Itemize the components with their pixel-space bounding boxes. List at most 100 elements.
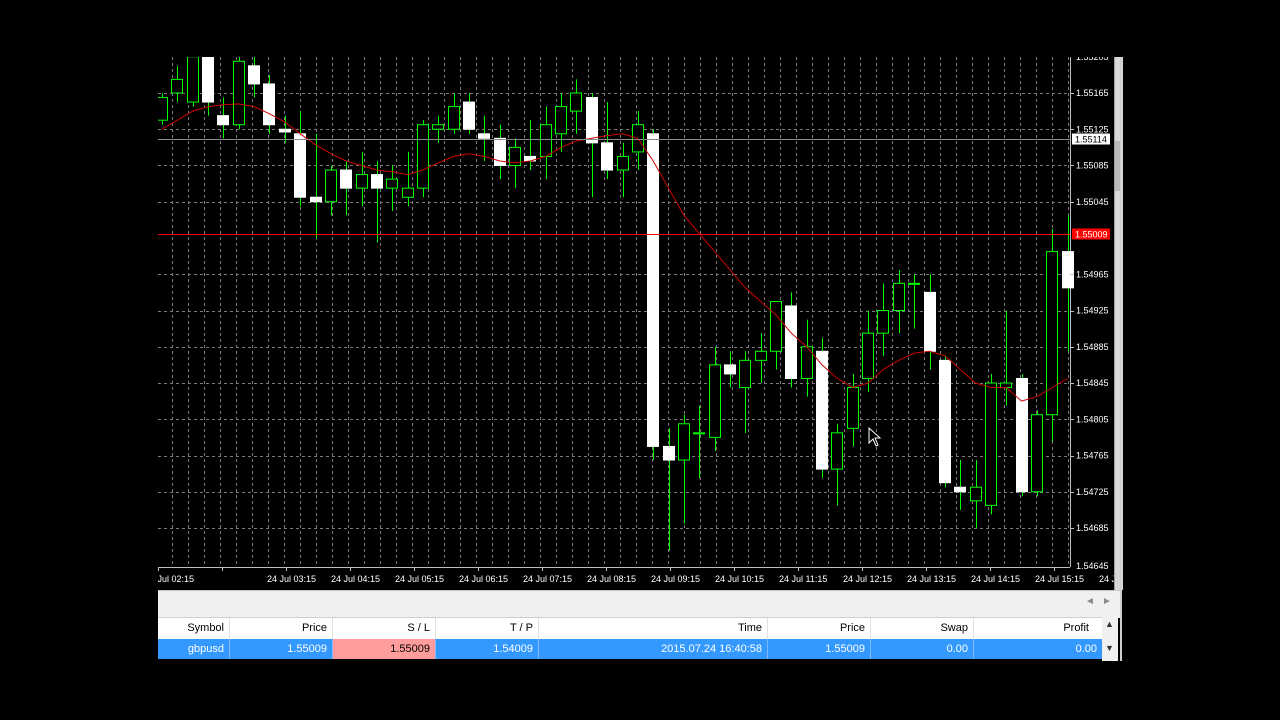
candle-body (294, 133, 306, 198)
time-axis-label: 24 Jul 09:15 (651, 574, 700, 584)
candle-body (570, 92, 582, 112)
candle-body (908, 282, 920, 285)
time-axis-label: 24 Jul 03:15 (267, 574, 316, 584)
time-axis-label: 24 Jul 10:15 (715, 574, 764, 584)
price-axis-label: 1.55125 (1076, 124, 1109, 134)
terminal-tab-strip: ◄ ► (158, 590, 1122, 618)
row-stop-loss[interactable]: 1.55009 (333, 639, 436, 659)
candle-body (617, 155, 629, 171)
table-row[interactable]: gbpusd 1.55009 1.55009 1.54009 2015.07.2… (158, 639, 1102, 659)
scroll-up-icon[interactable]: ▲ (1105, 619, 1114, 629)
column-header-tp[interactable]: T / P (436, 618, 539, 639)
row-swap: 0.00 (871, 639, 974, 659)
trade-table-header: Symbol Price S / L T / P Time Price Swap… (158, 617, 1102, 640)
candle-body (939, 359, 951, 484)
column-header-time[interactable]: Time (539, 618, 768, 639)
candle-body (187, 57, 199, 103)
price-axis-label: 1.54725 (1076, 487, 1109, 497)
candle-body (862, 332, 874, 379)
candle-body (248, 65, 260, 85)
time-axis-label: 24 Jul 07:15 (523, 574, 572, 584)
scroll-down-icon[interactable]: ▼ (1105, 643, 1114, 653)
time-axis-label: 24 Jul 15:15 (1035, 574, 1084, 584)
row-symbol: gbpusd (158, 639, 230, 659)
candle-body (402, 187, 414, 198)
candle-body (831, 432, 843, 470)
candle-body (924, 291, 936, 352)
candle-body (970, 486, 982, 502)
price-chart[interactable]: 1.55205 1.55165 1.55125 1.55085 1.55045 1.549… (158, 57, 1122, 590)
candle-body (954, 486, 966, 493)
terminal-window: 1.55205 1.55165 1.55125 1.55085 1.55045 1.549… (158, 57, 1123, 661)
candle-body (985, 382, 997, 506)
price-axis-label: 1.54685 (1076, 523, 1109, 533)
column-header-price[interactable]: Price (230, 618, 333, 639)
price-axis-label: 1.54845 (1076, 378, 1109, 388)
candle-body (263, 83, 275, 126)
candle-body (540, 124, 552, 157)
tab-scroll-left-icon[interactable]: ◄ (1085, 596, 1095, 607)
candle-body (1031, 414, 1043, 493)
candle-body (202, 57, 214, 103)
row-price: 1.55009 (230, 639, 333, 659)
candle-body (432, 124, 444, 130)
column-header-swap[interactable]: Swap (871, 618, 974, 639)
candle-body (555, 106, 567, 135)
candle-body (448, 106, 460, 130)
candle-body (647, 133, 659, 447)
candle-body (739, 359, 751, 389)
candle-body (601, 142, 613, 171)
time-axis-label: 24 Jul 04:15 (331, 574, 380, 584)
candle-body (279, 128, 291, 133)
candle-body (356, 174, 368, 189)
column-header-close-price[interactable]: Price (768, 618, 871, 639)
mouse-pointer-icon (868, 427, 882, 447)
row-profit: 0.00 (1075, 643, 1097, 655)
price-axis-label: 1.55085 (1076, 161, 1109, 171)
candle-body (371, 174, 383, 189)
price-axis-label: 1.54765 (1076, 451, 1109, 461)
candle-body (847, 387, 859, 429)
candle-body (417, 124, 429, 189)
column-header-profit[interactable]: Profit (974, 618, 1094, 639)
price-axis-label: 1.54925 (1076, 306, 1109, 316)
tab-scroll-right-icon[interactable]: ► (1102, 596, 1112, 607)
price-axis-label: 1.54965 (1076, 269, 1109, 279)
price-axis-label: 1.54885 (1076, 342, 1109, 352)
candle-body (340, 169, 352, 189)
candle-body (1000, 382, 1012, 389)
candle-body (785, 305, 797, 379)
stop-loss-tag-label: 1.55009 (1075, 230, 1108, 240)
column-header-symbol[interactable]: Symbol (158, 618, 230, 639)
candle-body (724, 364, 736, 375)
candle-body (709, 364, 721, 438)
window-right-border (1120, 57, 1122, 661)
row-take-profit[interactable]: 1.54009 (436, 639, 539, 659)
candle-body (770, 300, 782, 352)
time-axis-label: 24 Jul 12:15 (843, 574, 892, 584)
candle-body (1016, 377, 1028, 493)
candle-body (386, 178, 398, 189)
price-axis-label: 1.54645 (1076, 561, 1109, 571)
candle-body (663, 445, 675, 461)
candle-body (893, 282, 905, 311)
row-close-price: 1.55009 (768, 639, 871, 659)
candle-body (463, 101, 475, 130)
candle-body (310, 196, 322, 203)
price-axis-label: 1.55205 (1076, 57, 1109, 62)
table-vertical-scrollbar[interactable]: ▲ ▼ (1102, 617, 1118, 661)
candle-body (217, 115, 229, 126)
time-axis-label: 24 Jul 02:15 (158, 574, 194, 584)
time-axis-label: 24 Jul 14:15 (971, 574, 1020, 584)
time-axis-label: 24 Jul 06:15 (459, 574, 508, 584)
row-time: 2015.07.24 16:40:58 (539, 639, 768, 659)
price-axis-label: 1.55165 (1076, 88, 1109, 98)
candle-body (586, 97, 598, 144)
time-axis-label: 24 Jul 13:15 (907, 574, 956, 584)
bid-price-tag-label: 1.55114 (1075, 135, 1107, 145)
time-axis-label: 24 Jul 08:15 (587, 574, 636, 584)
time-axis-label: 24 Jul 11:15 (779, 574, 827, 584)
candle-body (877, 310, 889, 334)
column-header-sl[interactable]: S / L (333, 618, 436, 639)
candle-body (233, 60, 245, 126)
